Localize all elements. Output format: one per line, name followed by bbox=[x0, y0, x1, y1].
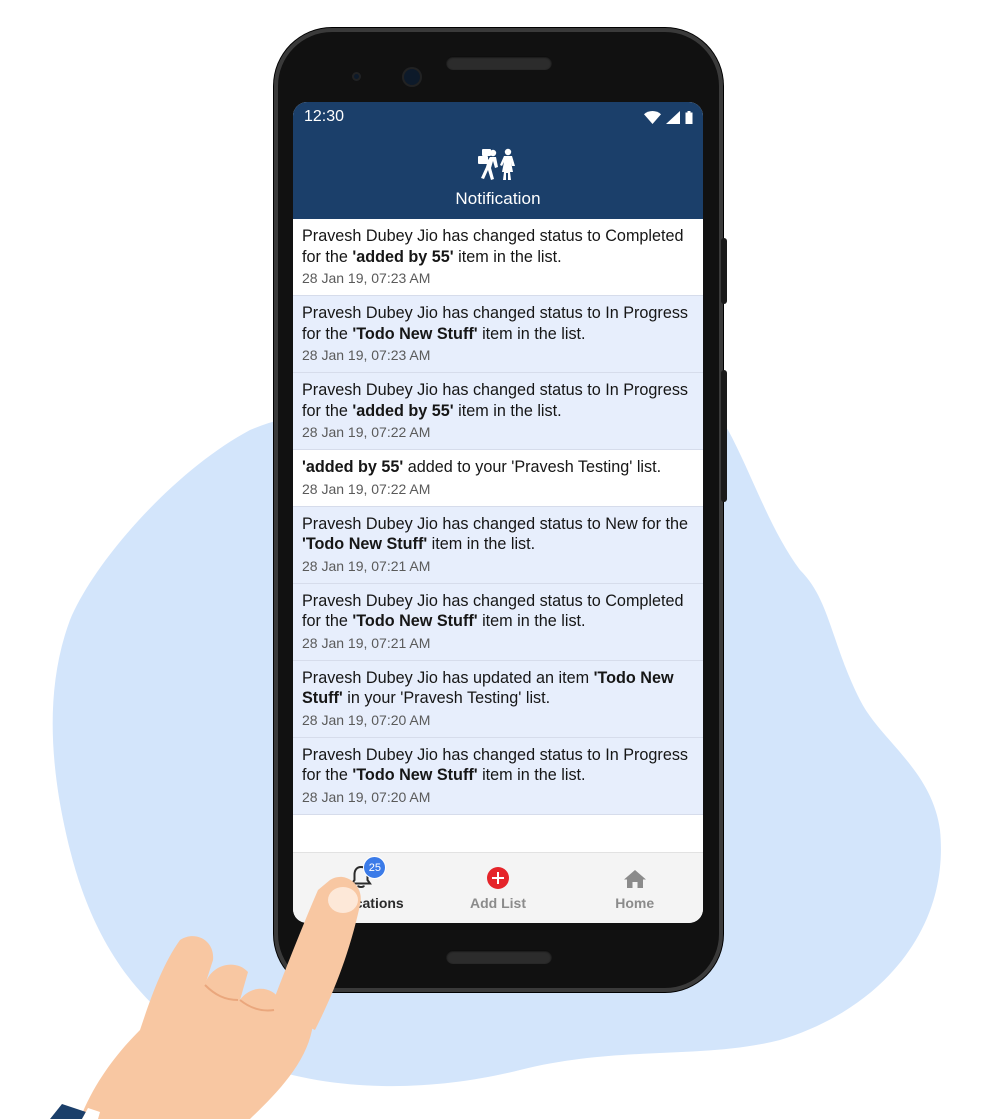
power-button bbox=[721, 238, 727, 304]
notification-timestamp: 28 Jan 19, 07:20 AM bbox=[302, 711, 431, 728]
notification-text: added to your 'Pravesh Testing' list. bbox=[403, 458, 662, 476]
bottom-navigation: 25 Notifications Add List Home bbox=[293, 852, 703, 923]
app-screen: 12:30 Notification Pravesh Dubey Jio has… bbox=[293, 102, 703, 923]
notification-item[interactable]: Pravesh Dubey Jio has changed status to … bbox=[293, 737, 703, 815]
notification-text: Pravesh Dubey Jio has changed status to … bbox=[302, 514, 689, 533]
notification-timestamp: 28 Jan 19, 07:21 AM bbox=[302, 634, 431, 651]
nav-home[interactable]: Home bbox=[566, 853, 703, 923]
notification-message: Pravesh Dubey Jio has changed status to … bbox=[302, 303, 697, 344]
nav-home-label: Home bbox=[615, 895, 655, 911]
notification-message: Pravesh Dubey Jio has changed status to … bbox=[302, 380, 697, 421]
notification-item-name: 'Todo New Stuff' bbox=[352, 766, 478, 784]
earpiece-speaker bbox=[446, 56, 552, 70]
notification-item[interactable]: Pravesh Dubey Jio has changed status to … bbox=[293, 219, 703, 296]
notification-timestamp: 28 Jan 19, 07:23 AM bbox=[302, 270, 431, 286]
notification-text: Pravesh Dubey Jio has updated an item bbox=[302, 668, 594, 687]
app-header: Notification bbox=[293, 132, 703, 219]
notification-list[interactable]: Pravesh Dubey Jio has changed status to … bbox=[293, 219, 703, 853]
notification-message: Pravesh Dubey Jio has changed status to … bbox=[302, 591, 697, 632]
status-bar: 12:30 bbox=[293, 102, 703, 132]
notification-item[interactable]: Pravesh Dubey Jio has changed status to … bbox=[293, 583, 703, 661]
notification-timestamp: 28 Jan 19, 07:22 AM bbox=[302, 480, 431, 497]
wifi-icon bbox=[644, 110, 661, 124]
notification-item-name: 'added by 55' bbox=[302, 458, 404, 476]
page-title: Notification bbox=[455, 188, 541, 208]
notification-message: Pravesh Dubey Jio has changed status to … bbox=[302, 226, 697, 267]
notification-item-name: 'Todo New Stuff' bbox=[352, 612, 478, 630]
volume-button bbox=[721, 370, 727, 502]
front-camera bbox=[402, 67, 422, 87]
notification-item-name: 'Todo New Stuff' bbox=[302, 535, 428, 553]
notification-message: Pravesh Dubey Jio has changed status to … bbox=[302, 514, 697, 555]
notification-item[interactable]: Pravesh Dubey Jio has changed status to … bbox=[293, 296, 703, 373]
notification-message: 'added by 55' added to your 'Pravesh Tes… bbox=[302, 457, 697, 478]
notification-timestamp: 28 Jan 19, 07:20 AM bbox=[302, 788, 431, 805]
battery-icon bbox=[685, 110, 693, 124]
notification-timestamp: 28 Jan 19, 07:21 AM bbox=[302, 557, 431, 574]
notification-text: item in the list. bbox=[477, 612, 586, 630]
notification-text: item in the list. bbox=[453, 401, 562, 420]
notification-text: item in the list. bbox=[477, 766, 586, 784]
notification-count-badge: 25 bbox=[363, 856, 387, 879]
status-time: 12:30 bbox=[304, 108, 345, 125]
notification-item-name: 'added by 55' bbox=[352, 401, 454, 420]
notification-item[interactable]: Pravesh Dubey Jio has changed status to … bbox=[293, 373, 703, 450]
bottom-speaker bbox=[446, 950, 552, 964]
notification-text: item in the list. bbox=[453, 247, 562, 266]
notification-text: item in the list. bbox=[477, 324, 586, 343]
notification-text: in your 'Pravesh Testing' list. bbox=[342, 689, 551, 707]
people-carrying-boxes-icon bbox=[478, 148, 515, 180]
plus-circle-icon bbox=[487, 867, 509, 889]
signal-icon bbox=[666, 110, 680, 124]
notification-message: Pravesh Dubey Jio has updated an item 'T… bbox=[302, 668, 697, 709]
home-icon bbox=[623, 870, 646, 888]
notification-timestamp: 28 Jan 19, 07:23 AM bbox=[302, 347, 431, 363]
notification-message: Pravesh Dubey Jio has changed status to … bbox=[302, 745, 697, 786]
nav-notifications-label: Notifications bbox=[318, 895, 404, 911]
status-icons bbox=[644, 110, 693, 124]
notification-item[interactable]: 'added by 55' added to your 'Pravesh Tes… bbox=[293, 450, 703, 507]
sensor-dot bbox=[352, 72, 361, 81]
notification-item[interactable]: Pravesh Dubey Jio has changed status to … bbox=[293, 506, 703, 584]
notification-item-name: 'Todo New Stuff' bbox=[352, 324, 478, 343]
notification-item[interactable]: Pravesh Dubey Jio has updated an item 'T… bbox=[293, 660, 703, 738]
notification-item-name: 'added by 55' bbox=[352, 247, 454, 266]
notification-timestamp: 28 Jan 19, 07:22 AM bbox=[302, 424, 431, 440]
nav-notifications[interactable]: 25 Notifications bbox=[293, 853, 430, 923]
notification-text: item in the list. bbox=[427, 535, 536, 553]
nav-add-list-label: Add List bbox=[470, 895, 526, 911]
nav-add-list[interactable]: Add List bbox=[430, 853, 567, 923]
